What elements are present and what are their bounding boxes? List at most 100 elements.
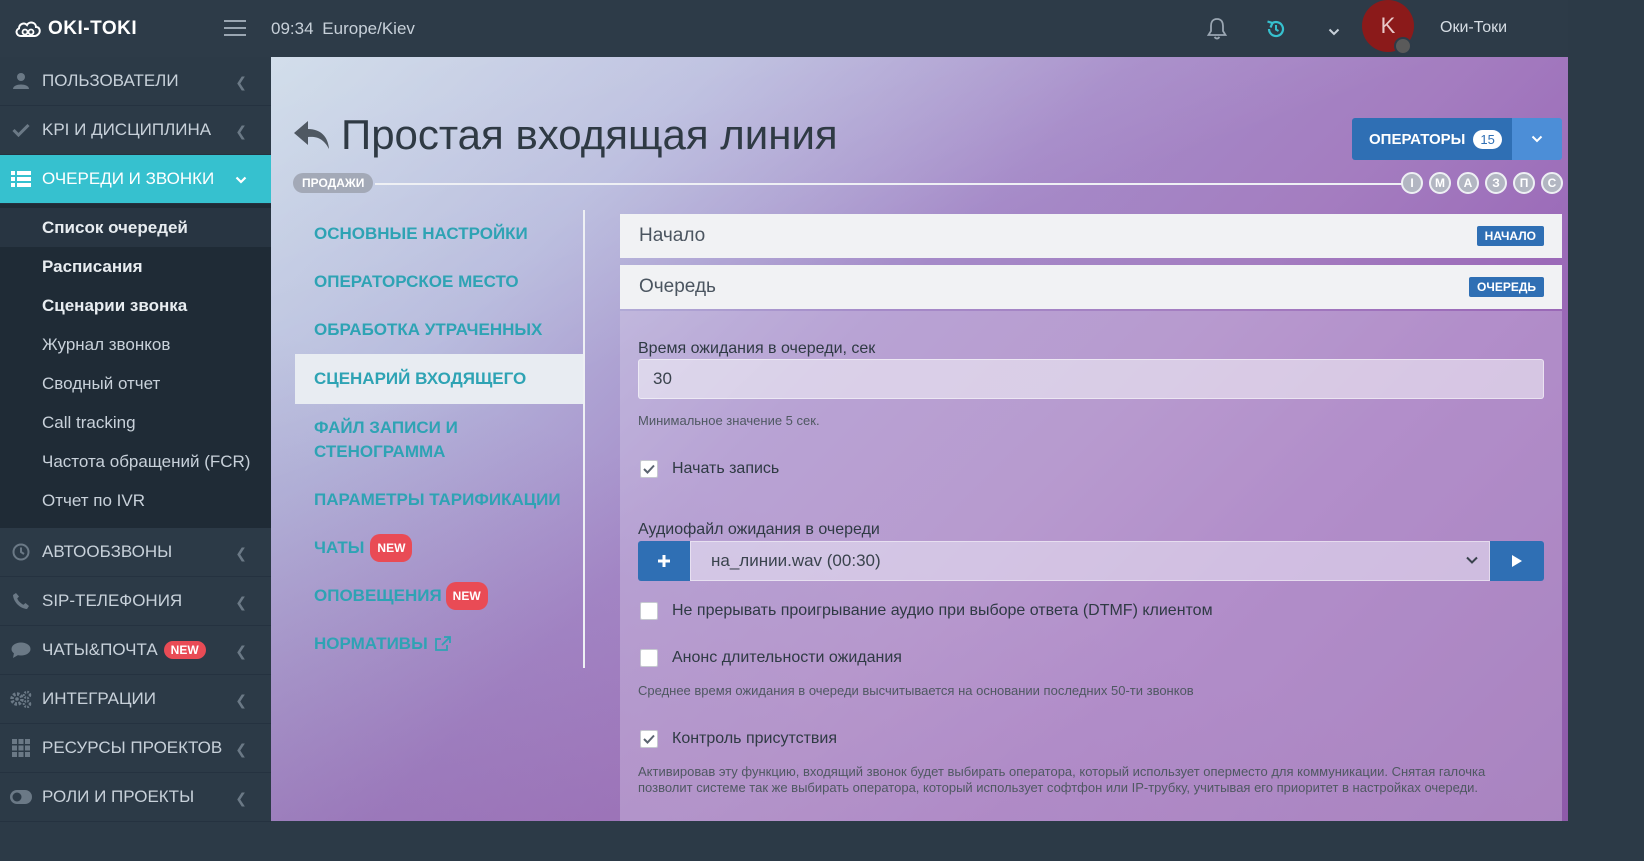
submenu-ivr-report[interactable]: Отчет по IVR bbox=[0, 481, 271, 520]
sidebar-item-autodial[interactable]: АВТООБЗВОНЫ ❮ bbox=[0, 528, 271, 577]
logo-text: OKI-TOKI bbox=[48, 17, 138, 39]
chevron-down-icon[interactable] bbox=[1328, 24, 1340, 42]
tab-tariff[interactable]: ПАРАМЕТРЫ ТАРИФИКАЦИИ bbox=[295, 476, 585, 524]
bell-icon[interactable] bbox=[1206, 17, 1228, 46]
chevron-down-icon bbox=[1466, 556, 1478, 564]
history-icon[interactable] bbox=[1264, 17, 1288, 46]
tab-chats[interactable]: ЧАТЫ NEW bbox=[295, 524, 585, 572]
new-badge: NEW bbox=[163, 641, 206, 659]
chevron-left-icon: ❮ bbox=[235, 741, 247, 757]
operators-button[interactable]: ОПЕРАТОРЫ 15 bbox=[1352, 118, 1562, 160]
step-circle[interactable]: I bbox=[1401, 172, 1423, 194]
clock: 09:34 Europe/Kiev bbox=[271, 19, 415, 39]
audio-select-value: на_линии.wav (00:30) bbox=[711, 551, 881, 570]
no-interrupt-checkbox[interactable] bbox=[640, 602, 658, 620]
sidebar-item-label: ОЧЕРЕДИ И ЗВОНКИ bbox=[42, 169, 215, 188]
add-audio-button[interactable] bbox=[638, 541, 690, 581]
presence-row[interactable]: Контроль присутствия bbox=[640, 730, 837, 748]
sidebar-item-label: KPI И ДИСЦИПЛИНА bbox=[42, 120, 212, 139]
toggle-icon bbox=[10, 788, 32, 806]
time-text: 09:34 bbox=[271, 19, 314, 38]
chevron-left-icon: ❮ bbox=[235, 594, 247, 610]
audio-select[interactable]: на_линии.wav (00:30) bbox=[690, 541, 1490, 581]
sidebar-item-sip[interactable]: SIP-ТЕЛЕФОНИЯ ❮ bbox=[0, 577, 271, 626]
step-circle[interactable]: C bbox=[1541, 172, 1563, 194]
wait-time-hint: Минимальное значение 5 сек. bbox=[638, 413, 820, 428]
step-circle[interactable]: M bbox=[1429, 172, 1451, 194]
new-badge: NEW bbox=[445, 582, 488, 610]
sidebar-item-chats-mail[interactable]: ЧАТЫ&ПОЧТА NEW ❮ bbox=[0, 626, 271, 675]
chevron-left-icon: ❮ bbox=[235, 545, 247, 561]
panel-start-header[interactable]: Начало НАЧАЛО bbox=[620, 214, 1562, 258]
user-name[interactable]: Оки-Токи bbox=[1440, 19, 1507, 37]
audio-control: на_линии.wav (00:30) bbox=[638, 541, 1544, 581]
check-icon bbox=[10, 121, 32, 139]
queue-tag: ОЧЕРЕДЬ bbox=[1469, 277, 1544, 297]
submenu-fcr[interactable]: Частота обращений (FCR) bbox=[0, 442, 271, 481]
sidebar-item-kpi[interactable]: KPI И ДИСЦИПЛИНА ❮ bbox=[0, 106, 271, 155]
check-icon bbox=[643, 734, 655, 744]
queue-panel-body: Время ожидания в очереди, сек 30 Минимал… bbox=[620, 311, 1562, 821]
sidebar-item-users[interactable]: ПОЛЬЗОВАТЕЛИ ❮ bbox=[0, 57, 271, 106]
new-badge: NEW bbox=[370, 534, 413, 562]
tab-norms[interactable]: НОРМАТИВЫ bbox=[295, 620, 585, 668]
sidebar: ПОЛЬЗОВАТЕЛИ ❮ KPI И ДИСЦИПЛИНА ❮ ОЧЕРЕД… bbox=[0, 57, 271, 822]
announce-checkbox[interactable] bbox=[640, 649, 658, 667]
play-icon bbox=[1512, 555, 1522, 567]
tab-recording[interactable]: ФАЙЛ ЗАПИСИ И СТЕНОГРАММА bbox=[295, 404, 585, 476]
play-audio-button[interactable] bbox=[1490, 541, 1544, 581]
external-link-icon bbox=[434, 636, 451, 651]
submenu-summary-report[interactable]: Сводный отчет bbox=[0, 364, 271, 403]
submenu-call-log[interactable]: Журнал звонков bbox=[0, 325, 271, 364]
operators-dropdown-toggle[interactable] bbox=[1512, 118, 1562, 160]
step-circle[interactable]: З bbox=[1485, 172, 1507, 194]
presence-hint: Активировав эту функцию, входящий звонок… bbox=[638, 764, 1486, 795]
tab-incoming-scenario[interactable]: СЦЕНАРИЙ ВХОДЯЩЕГО bbox=[295, 354, 583, 404]
panel-queue-header[interactable]: Очередь ОЧЕРЕДЬ bbox=[620, 265, 1562, 309]
chevron-left-icon: ❮ bbox=[235, 643, 247, 659]
plus-icon bbox=[658, 555, 670, 567]
settings-tabs: ОСНОВНЫЕ НАСТРОЙКИ ОПЕРАТОРСКОЕ МЕСТО ОБ… bbox=[295, 210, 585, 668]
project-pill[interactable]: ПРОДАЖИ bbox=[293, 173, 374, 193]
no-interrupt-row[interactable]: Не прерывать проигрывание аудио при выбо… bbox=[640, 602, 1213, 620]
wait-time-input[interactable]: 30 bbox=[638, 359, 1544, 399]
sidebar-item-resources[interactable]: РЕСУРСЫ ПРОЕКТОВ ❮ bbox=[0, 724, 271, 773]
tab-operator-place[interactable]: ОПЕРАТОРСКОЕ МЕСТО bbox=[295, 258, 585, 306]
tab-basic-settings[interactable]: ОСНОВНЫЕ НАСТРОЙКИ bbox=[295, 210, 585, 258]
audio-label: Аудиофайл ожидания в очереди bbox=[638, 521, 880, 538]
hamburger-menu-icon[interactable] bbox=[224, 20, 246, 36]
sidebar-item-label: ЧАТЫ&ПОЧТА bbox=[42, 640, 158, 659]
tab-notifications[interactable]: ОПОВЕЩЕНИЯ NEW bbox=[295, 572, 585, 620]
start-record-checkbox[interactable] bbox=[640, 460, 658, 478]
submenu-call-tracking[interactable]: Call tracking bbox=[0, 403, 271, 442]
tab-lost-handling[interactable]: ОБРАБОТКА УТРАЧЕННЫХ bbox=[295, 306, 585, 354]
submenu-schedules[interactable]: Расписания bbox=[0, 247, 271, 286]
presence-checkbox[interactable] bbox=[640, 730, 658, 748]
gears-icon bbox=[10, 690, 32, 708]
start-record-row[interactable]: Начать запись bbox=[640, 460, 779, 478]
step-indicators: I M A З П C bbox=[1401, 172, 1568, 194]
list-icon bbox=[10, 170, 32, 188]
main-content: Простая входящая линия ПРОДАЖИ I M A З П… bbox=[271, 57, 1568, 821]
operators-count-badge: 15 bbox=[1473, 129, 1502, 149]
back-arrow-icon[interactable] bbox=[293, 119, 331, 151]
announce-row[interactable]: Анонс длительности ожидания bbox=[640, 649, 902, 667]
step-circle[interactable]: П bbox=[1513, 172, 1535, 194]
timezone-text: Europe/Kiev bbox=[322, 19, 415, 38]
grid-icon bbox=[10, 739, 32, 757]
sidebar-item-integrations[interactable]: ИНТЕГРАЦИИ ❮ bbox=[0, 675, 271, 724]
panel-title: Очередь bbox=[639, 276, 716, 297]
tab-label: ФАЙЛ ЗАПИСИ И bbox=[314, 418, 458, 437]
tabs-divider bbox=[583, 210, 585, 668]
start-tag: НАЧАЛО bbox=[1476, 226, 1544, 246]
submenu-call-scenarios[interactable]: Сценарии звонка bbox=[0, 286, 271, 325]
panel-title: Начало bbox=[639, 225, 706, 246]
submenu-queue-list[interactable]: Список очередей bbox=[0, 208, 271, 247]
page-header: Простая входящая линия bbox=[293, 111, 838, 159]
step-circle[interactable]: A bbox=[1457, 172, 1479, 194]
tab-label: ОПОВЕЩЕНИЯ bbox=[314, 586, 442, 605]
operators-label[interactable]: ОПЕРАТОРЫ 15 bbox=[1352, 118, 1512, 160]
sidebar-item-label: ПОЛЬЗОВАТЕЛИ bbox=[42, 71, 179, 90]
sidebar-item-roles[interactable]: РОЛИ И ПРОЕКТЫ ❮ bbox=[0, 773, 271, 822]
sidebar-item-queues[interactable]: ОЧЕРЕДИ И ЗВОНКИ bbox=[0, 155, 271, 204]
